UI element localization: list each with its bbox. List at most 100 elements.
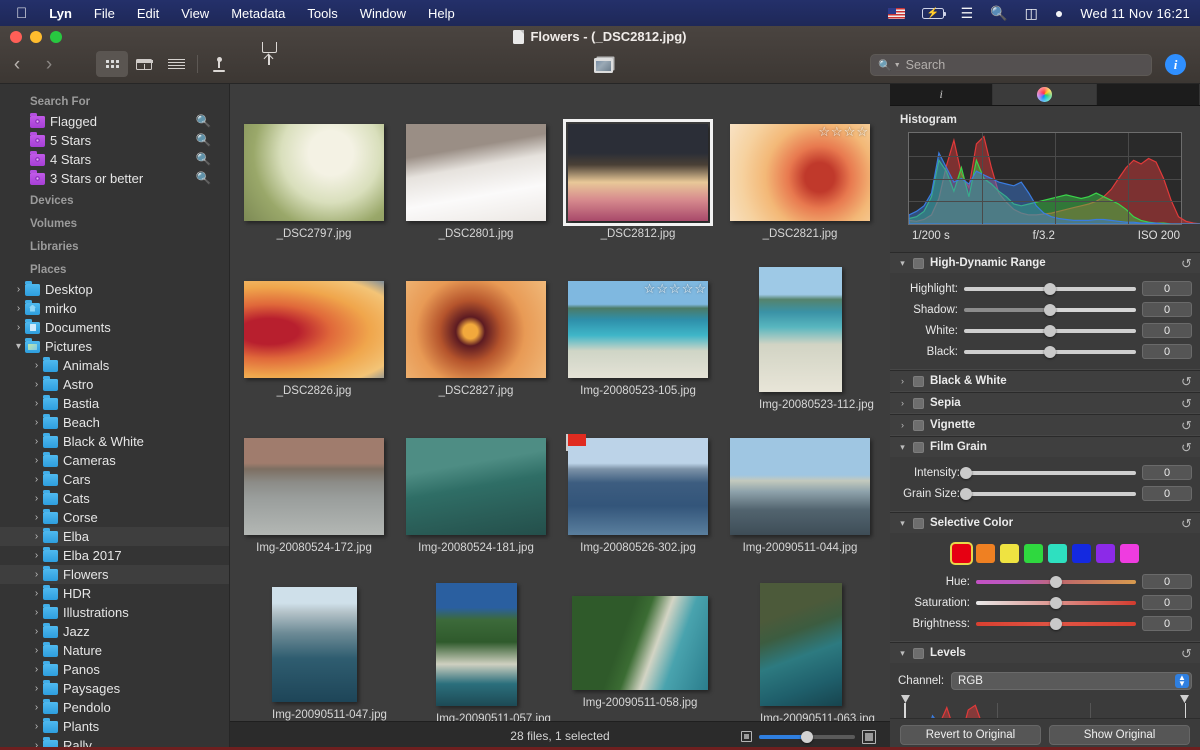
slider-row[interactable]: Grain Size: 0	[898, 483, 1192, 504]
thumbnail-image[interactable]	[244, 124, 384, 221]
swatch-orange[interactable]	[975, 544, 995, 563]
slider-row[interactable]: Highlight: 0	[898, 278, 1192, 299]
chevron-updown-icon[interactable]: ▲ ▼	[1175, 674, 1189, 688]
thumbnail-image[interactable]	[406, 438, 546, 535]
slider-value[interactable]: 0	[1142, 465, 1192, 480]
slider-row[interactable]: Shadow: 0	[898, 299, 1192, 320]
tab-extra[interactable]	[1097, 84, 1200, 105]
siri-icon[interactable]: ●	[1055, 5, 1063, 21]
thumbnail-cell[interactable]: Img-20080524-181.jpg	[406, 438, 546, 554]
sidebar-item-cats[interactable]: › Cats	[0, 489, 229, 508]
swatch-purple[interactable]	[1095, 544, 1115, 563]
sidebar-item-corse[interactable]: › Corse	[0, 508, 229, 527]
section-checkbox[interactable]	[913, 517, 924, 529]
star-icon[interactable]: ☆	[656, 282, 668, 295]
thumbnail-image[interactable]	[572, 596, 708, 690]
slider-row[interactable]: Saturation: 0	[898, 592, 1192, 613]
sidebar-item-bastia[interactable]: › Bastia	[0, 394, 229, 413]
slider-knob[interactable]	[1044, 282, 1056, 295]
thumbnail-cell[interactable]: Img-20090511-047.jpg	[272, 587, 387, 721]
slider-knob[interactable]	[1050, 596, 1062, 609]
back-button[interactable]: ‹	[8, 52, 26, 78]
slider-row[interactable]: Black: 0	[898, 341, 1192, 362]
show-original-button[interactable]: Show Original	[1049, 724, 1190, 745]
disclosure-triangle-icon[interactable]: ›	[30, 588, 43, 599]
swatch-blue[interactable]	[1071, 544, 1091, 563]
section-checkbox[interactable]	[913, 647, 924, 659]
star-icon[interactable]: ☆	[831, 125, 843, 138]
slider-value[interactable]: 0	[1142, 281, 1192, 296]
wifi-icon[interactable]: ☰	[961, 5, 974, 22]
search-icon[interactable]: 🔍	[196, 171, 212, 185]
disclosure-triangle-icon[interactable]: ›	[12, 284, 25, 295]
sidebar-item-pendolo[interactable]: › Pendolo	[0, 698, 229, 717]
sidebar-item-mirko[interactable]: › mirko	[0, 299, 229, 318]
menubar-clock[interactable]: Wed 11 Nov 16:21	[1080, 6, 1190, 21]
sidebar-item-elba-2017[interactable]: › Elba 2017	[0, 546, 229, 565]
section-body[interactable]: Highlight: 0 Shadow: 0 White: 0 Black: 0	[890, 273, 1200, 369]
disclosure-triangle-icon[interactable]: ›	[898, 376, 907, 386]
slider-value[interactable]: 0	[1142, 595, 1192, 610]
slider-track[interactable]	[960, 466, 1136, 479]
section-checkbox[interactable]	[913, 397, 924, 409]
sidebar-item-documents[interactable]: › Documents	[0, 318, 229, 337]
thumbnail-cell[interactable]: _DSC2812.jpg	[563, 119, 713, 240]
menu-item-view[interactable]: View	[181, 6, 209, 21]
thumbnail-image[interactable]	[244, 281, 384, 378]
disclosure-triangle-icon[interactable]: ›	[30, 550, 43, 561]
apple-menu-icon[interactable]: 	[16, 6, 27, 21]
thumbnail-cell[interactable]: _DSC2801.jpg	[406, 124, 546, 240]
section-film-grain[interactable]: ▾ Film Grain ↻ Intensity: 0 Grain Size: 0	[890, 436, 1200, 512]
channel-select[interactable]: RGB ▲ ▼	[951, 672, 1192, 690]
disclosure-triangle-icon[interactable]: ›	[30, 531, 43, 542]
menu-item-help[interactable]: Help	[428, 6, 455, 21]
sidebar-item-nature[interactable]: › Nature	[0, 641, 229, 660]
swatch-cyan[interactable]	[1047, 544, 1067, 563]
inspector-scroll-area[interactable]: Histogram 1/200 s f/3.2 ISO 200 ▾ High-Dy…	[890, 106, 1200, 750]
section-header[interactable]: ▾ High-Dynamic Range ↻	[890, 253, 1200, 273]
slider-knob[interactable]	[960, 466, 972, 479]
search-input[interactable]	[905, 58, 1144, 72]
star-rating[interactable]: ☆ ☆ ☆ ☆ ☆	[644, 282, 706, 295]
disclosure-triangle-icon[interactable]: ›	[30, 436, 43, 447]
slider-value[interactable]: 0	[1142, 616, 1192, 631]
disclosure-triangle-icon[interactable]: ›	[30, 645, 43, 656]
slider-value[interactable]: 0	[1142, 344, 1192, 359]
menu-item-edit[interactable]: Edit	[137, 6, 159, 21]
section-selective-color[interactable]: ▾ Selective Color ↻ Hue: 0 Saturation: 0 Bright…	[890, 512, 1200, 642]
tab-info[interactable]: i	[890, 84, 994, 105]
sidebar-item-cameras[interactable]: › Cameras	[0, 451, 229, 470]
menu-item-window[interactable]: Window	[360, 6, 406, 21]
slider-value[interactable]: 0	[1142, 323, 1192, 338]
sidebar-item-cars[interactable]: › Cars	[0, 470, 229, 489]
star-icon[interactable]: ☆	[682, 282, 694, 295]
thumbnail-cell[interactable]: Img-20090511-044.jpg	[730, 438, 870, 554]
revert-icon[interactable]: ↻	[1181, 516, 1192, 532]
thumbnail-image[interactable]	[406, 124, 546, 221]
section-body[interactable]: Hue: 0 Saturation: 0 Brightness: 0	[890, 533, 1200, 641]
slider-row[interactable]: Hue: 0	[898, 571, 1192, 592]
revert-icon[interactable]: ↻	[1181, 418, 1192, 434]
slider-track[interactable]	[976, 575, 1136, 588]
sidebar-item-panos[interactable]: › Panos	[0, 660, 229, 679]
sidebar-item-pictures[interactable]: ▾ Pictures	[0, 337, 229, 356]
slider-row[interactable]: Intensity: 0	[898, 462, 1192, 483]
sidebar-item-jazz[interactable]: › Jazz	[0, 622, 229, 641]
slider-track[interactable]	[976, 596, 1136, 609]
section-header[interactable]: ▾ Film Grain ↻	[890, 437, 1200, 457]
levels-white-handle[interactable]	[1180, 695, 1189, 703]
search-icon[interactable]: 🔍	[196, 114, 212, 128]
menu-item-file[interactable]: File	[94, 6, 115, 21]
sidebar-item-hdr[interactable]: › HDR	[0, 584, 229, 603]
thumbnail-cell[interactable]: ☆ ☆ ☆ ☆ _DSC2821.jpg	[730, 124, 870, 240]
disclosure-triangle-icon[interactable]: ▾	[898, 258, 907, 269]
sidebar-item-desktop[interactable]: › Desktop	[0, 280, 229, 299]
color-swatch-row[interactable]	[898, 538, 1192, 571]
menu-item-lyn[interactable]: Lyn	[49, 6, 72, 21]
large-thumbnail-icon[interactable]	[862, 729, 876, 744]
sidebar-item-plants[interactable]: › Plants	[0, 717, 229, 736]
thumbnail-cell[interactable]: _DSC2827.jpg	[406, 281, 546, 397]
star-icon[interactable]: ☆	[856, 125, 868, 138]
revert-icon[interactable]: ↻	[1181, 396, 1192, 412]
search-field[interactable]: 🔍 ▼	[870, 54, 1152, 76]
